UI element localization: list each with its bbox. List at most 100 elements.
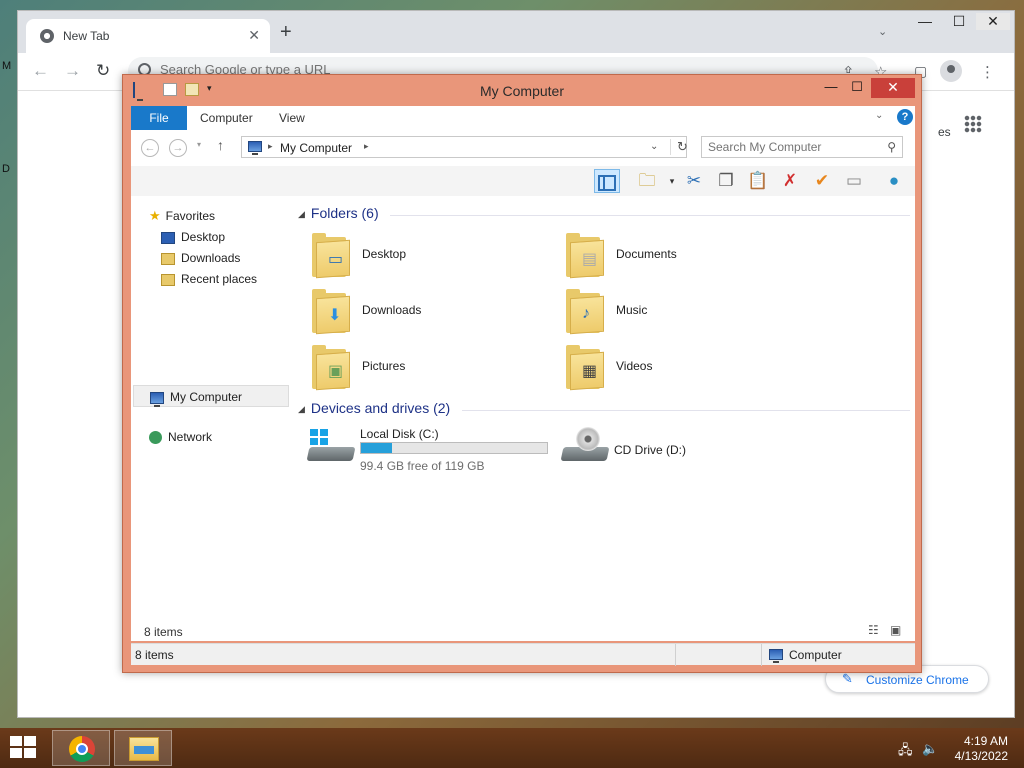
computer-icon: [150, 391, 164, 407]
network-tray-icon[interactable]: 🖧: [898, 741, 913, 763]
search-box[interactable]: ⚲: [701, 136, 903, 158]
recent-places-icon: [161, 273, 175, 286]
breadcrumb-chevron-icon[interactable]: ▸: [364, 141, 369, 152]
sidebar-item-desktop[interactable]: Desktop: [161, 226, 225, 248]
folder-item[interactable]: ⬇ Downloads: [310, 285, 560, 339]
folder-item[interactable]: ▤ Documents: [564, 229, 814, 283]
new-tab-button[interactable]: +: [280, 22, 292, 42]
tab-search-chevron-icon[interactable]: ⌄: [878, 25, 887, 38]
drive-name: Local Disk (C:): [360, 427, 439, 441]
sidebar-item-network[interactable]: Network: [149, 426, 212, 448]
drive-item[interactable]: CD Drive (D:): [560, 423, 812, 477]
globe-icon[interactable]: ●: [881, 169, 907, 193]
address-bar[interactable]: ▸ My Computer ▸ ⌄ ↻: [241, 136, 688, 158]
reload-icon[interactable]: ↻: [96, 61, 110, 81]
group-header-label: Devices and drives (2): [310, 400, 451, 416]
search-icon: ⚲: [887, 140, 896, 154]
computer-icon: [769, 649, 783, 663]
address-dropdown-icon[interactable]: ⌄: [650, 141, 658, 152]
folder-item[interactable]: ▭ Desktop: [310, 229, 560, 283]
tab-close-icon[interactable]: ✕: [248, 27, 260, 44]
collapse-triangle-icon[interactable]: ◢: [298, 209, 305, 219]
sidebar-item-label: Downloads: [181, 251, 241, 265]
recent-locations-icon[interactable]: ▾: [197, 140, 201, 149]
navigation-pane-button[interactable]: [594, 169, 620, 193]
customize-chrome-label: Customize Chrome: [866, 673, 969, 687]
star-icon: ★: [149, 208, 161, 223]
folder-name: Downloads: [362, 303, 422, 317]
disk-free-text: 99.4 GB free of 119 GB: [360, 459, 485, 473]
forward-icon[interactable]: →: [64, 61, 81, 81]
group-header-devices[interactable]: ◢ Devices and drives (2): [298, 400, 450, 416]
forward-icon[interactable]: →: [169, 139, 187, 157]
delete-icon[interactable]: ✗: [777, 169, 803, 193]
close-button[interactable]: ✕: [976, 13, 1010, 30]
group-divider: [390, 215, 910, 216]
status-divider: [675, 644, 676, 666]
sidebar-item-my-computer[interactable]: My Computer: [133, 385, 289, 407]
help-icon[interactable]: ?: [897, 109, 913, 125]
explorer-titlebar[interactable]: ▾ My Computer — ☐ ✕: [123, 75, 921, 105]
sidebar-item-downloads[interactable]: Downloads: [161, 247, 240, 269]
file-explorer-icon: [129, 737, 159, 761]
folder-item[interactable]: ▣ Pictures: [310, 341, 560, 395]
tab-title: New Tab: [63, 29, 110, 43]
tab-view[interactable]: View: [279, 111, 305, 125]
tab-file[interactable]: File: [131, 106, 187, 130]
folder-item[interactable]: ▦ Videos: [564, 341, 814, 395]
sidebar-item-label: Recent places: [181, 272, 258, 286]
taskbar: 🖧 🔈 4:19 AM 4/13/2022: [0, 728, 1024, 768]
up-arrow-icon[interactable]: ↑: [217, 137, 224, 153]
expand-ribbon-chevron-icon[interactable]: ⌄: [875, 110, 883, 121]
folder-icon: ▭: [310, 231, 350, 279]
volume-muted-icon[interactable]: 🔈: [922, 741, 938, 757]
maximize-button[interactable]: ☐: [942, 13, 976, 30]
close-button[interactable]: ✕: [871, 78, 915, 98]
tab-new-tab[interactable]: New Tab ✕: [26, 19, 270, 53]
status-zone: Computer: [789, 648, 842, 662]
disk-usage-bar: [360, 442, 548, 454]
breadcrumb-chevron-icon[interactable]: ▸: [268, 141, 273, 152]
paste-icon[interactable]: 📋: [745, 169, 771, 193]
minimize-button[interactable]: —: [821, 78, 841, 98]
properties-folder-icon[interactable]: 🗀: [634, 169, 660, 193]
maximize-button[interactable]: ☐: [845, 78, 869, 98]
sidebar-item-recent-places[interactable]: Recent places: [161, 268, 257, 290]
search-input[interactable]: [708, 140, 878, 154]
folder-name: Desktop: [362, 247, 407, 261]
copy-icon[interactable]: ❐: [713, 169, 739, 193]
clock[interactable]: 4:19 AM 4/13/2022: [948, 734, 1008, 764]
status-divider: [761, 644, 762, 666]
ribbon-tabs: File Computer View ⌄ ?: [131, 106, 915, 130]
large-icons-view-icon[interactable]: ▣: [890, 623, 901, 637]
downloads-folder-icon: [161, 252, 175, 265]
taskbar-chrome-button[interactable]: [52, 730, 110, 766]
sidebar-item-favorites[interactable]: ★ Favorites: [149, 205, 215, 227]
back-icon[interactable]: ←: [141, 139, 159, 157]
navigation-pane: ★ Favorites Desktop Downloads Recent plac…: [131, 196, 289, 641]
network-icon: [149, 431, 162, 445]
checkmark-icon[interactable]: ✔: [809, 169, 835, 193]
folder-name: Music: [616, 303, 648, 317]
breadcrumb[interactable]: My Computer: [280, 141, 352, 155]
drive-item[interactable]: Local Disk (C:) 99.4 GB free of 119 GB: [306, 423, 558, 477]
folder-item[interactable]: ♪ Music: [564, 285, 814, 339]
menu-kebab-icon[interactable]: ⋮: [980, 63, 995, 81]
music-folder-icon: ♪: [564, 287, 604, 335]
tab-computer[interactable]: Computer: [200, 111, 253, 125]
clock-date: 4/13/2022: [954, 749, 1008, 763]
ntp-link-fragment[interactable]: es: [938, 125, 951, 139]
profile-avatar-icon[interactable]: [940, 60, 962, 82]
minimize-button[interactable]: —: [908, 13, 942, 29]
collapse-triangle-icon[interactable]: ◢: [298, 404, 305, 414]
apps-grid-icon[interactable]: [964, 115, 982, 133]
rename-icon[interactable]: ▭: [841, 169, 867, 193]
details-view-icon[interactable]: ☷: [868, 623, 879, 637]
back-icon[interactable]: ←: [32, 61, 49, 81]
windows-start-icon[interactable]: [10, 736, 38, 760]
cut-icon[interactable]: ✂: [681, 169, 707, 193]
taskbar-explorer-button[interactable]: [114, 730, 172, 766]
downloads-folder-icon: ⬇: [310, 287, 350, 335]
group-header-folders[interactable]: ◢ Folders (6): [298, 205, 379, 221]
refresh-icon[interactable]: ↻: [670, 139, 688, 155]
